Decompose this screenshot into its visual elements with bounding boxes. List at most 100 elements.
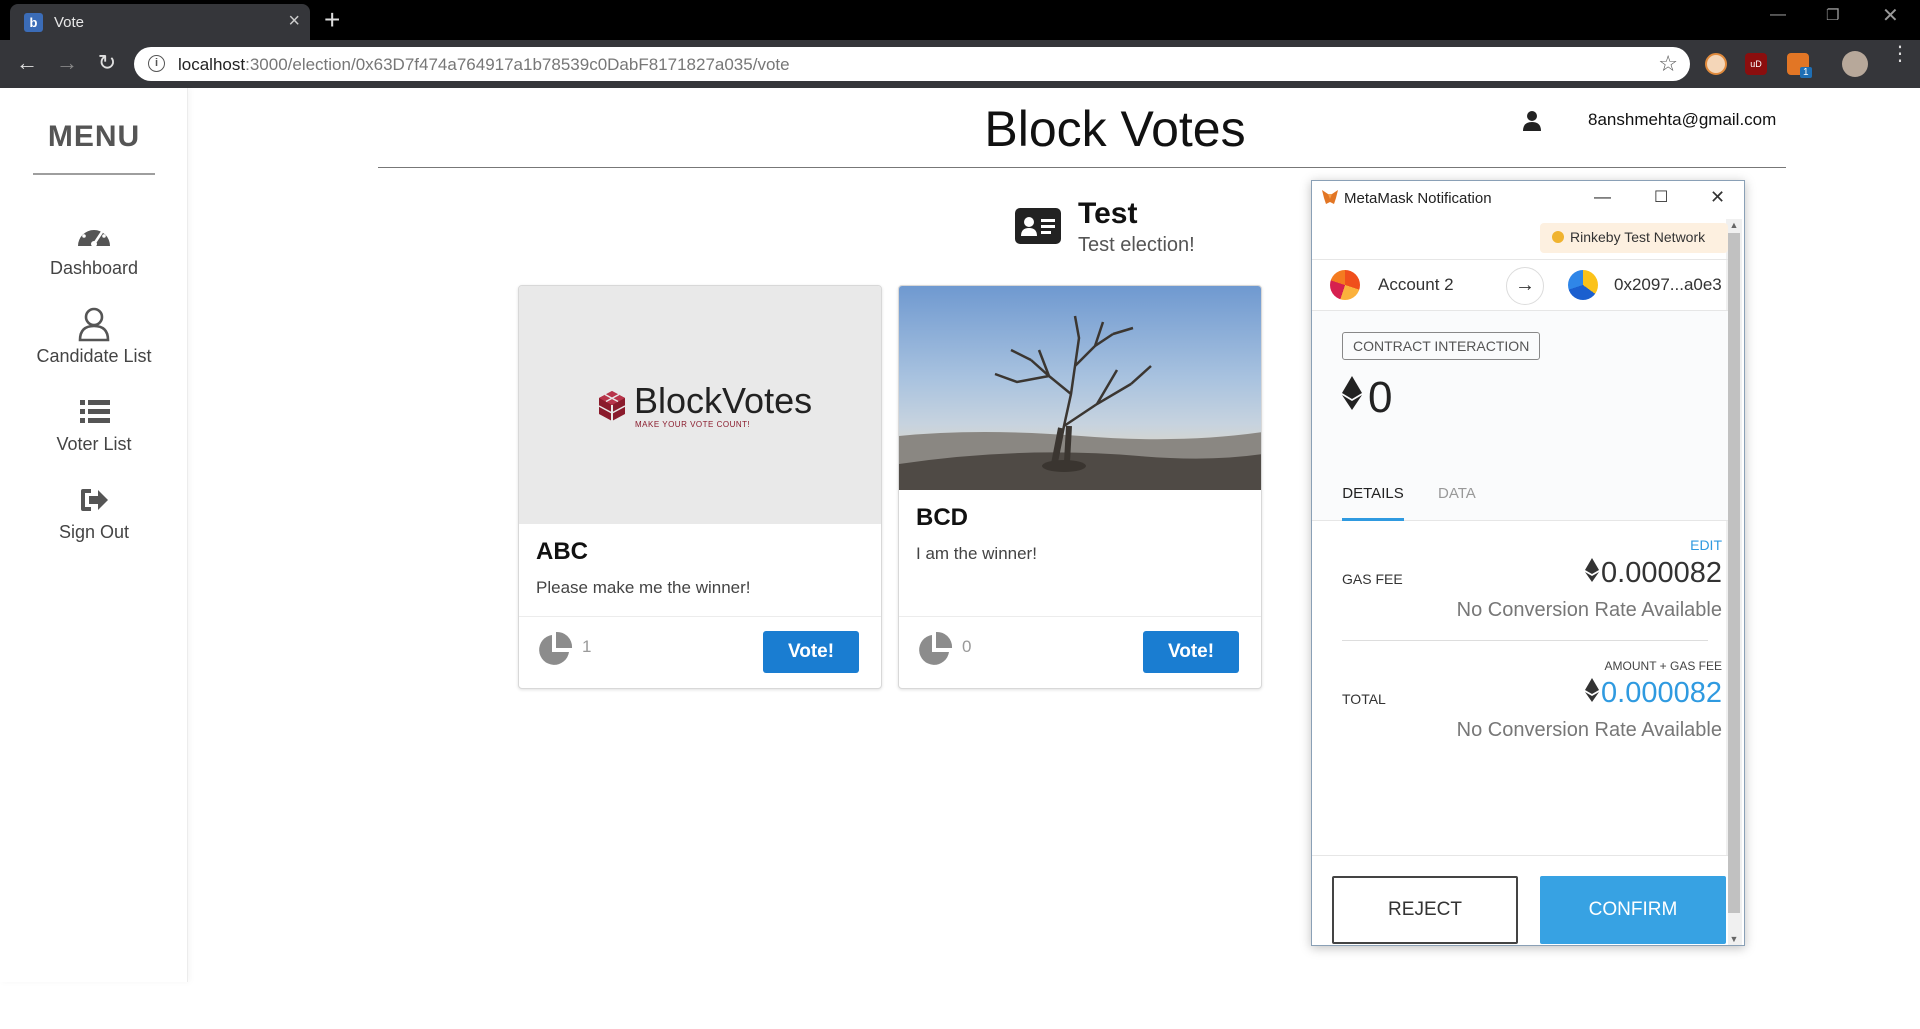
close-window-icon[interactable]: ✕ — [1882, 3, 1899, 28]
metamask-scrollbar[interactable]: ▲ ▼ — [1726, 219, 1742, 945]
tree-photo-icon — [899, 315, 1261, 490]
sidebar-item-voter-list[interactable]: Voter List — [0, 394, 188, 464]
tab-details[interactable]: DETAILS — [1342, 481, 1404, 521]
user-icon — [1523, 111, 1541, 131]
restore-window-icon[interactable]: ❐ — [1826, 6, 1839, 24]
candidate-description: Please make me the winner! — [536, 578, 751, 597]
candidate-description: I am the winner! — [916, 544, 1037, 563]
card-body: ABC Please make me the winner! — [519, 524, 881, 598]
pie-chart-icon — [919, 631, 953, 665]
scrollbar-thumb[interactable] — [1728, 233, 1740, 913]
sign-out-icon — [81, 489, 108, 511]
forward-icon[interactable]: → — [52, 49, 82, 77]
browser-toolbar: ← → ↻ i localhost:3000/election/0x63D7f4… — [0, 40, 1920, 88]
candidate-card-abc: BlockVotes MAKE YOUR VOTE COUNT! ABC Ple… — [518, 285, 882, 689]
candidate-image: BlockVotes MAKE YOUR VOTE COUNT! — [519, 286, 881, 524]
back-icon[interactable]: ← — [12, 49, 42, 77]
vote-count: 1 — [582, 637, 592, 656]
metamask-fox-icon — [1322, 190, 1338, 204]
card-body: BCD I am the winner! — [899, 490, 1261, 564]
ethereum-icon — [1585, 678, 1600, 702]
candidate-card-bcd: BCD I am the winner! 0 Vote! — [898, 285, 1262, 689]
confirm-button[interactable]: CONFIRM — [1540, 876, 1726, 944]
vote-button-abc[interactable]: Vote! — [763, 631, 859, 673]
menu-divider — [33, 173, 155, 175]
card-footer: 0 Vote! — [899, 616, 1261, 688]
metamask-title-bar[interactable]: MetaMask Notification — ☐ ✕ — [1312, 181, 1744, 215]
id-card-icon — [1015, 208, 1061, 244]
reload-icon[interactable]: ↻ — [92, 49, 122, 77]
from-account-avatar — [1330, 270, 1360, 300]
profile-avatar[interactable] — [1842, 51, 1868, 77]
account-row: Account 2 → 0x2097...a0e3 — [1312, 259, 1728, 311]
arrow-right-icon: → — [1506, 267, 1544, 305]
blockvotes-logo-icon — [598, 391, 626, 421]
metamask-tabs: DETAILS DATA — [1312, 481, 1728, 521]
browser-menu-icon[interactable]: ⋮ — [1890, 44, 1910, 64]
ethereum-icon — [1342, 376, 1362, 410]
address-bar[interactable]: i localhost:3000/election/0x63D7f474a764… — [134, 47, 1690, 81]
card-footer: 1 Vote! — [519, 616, 881, 688]
election-description: Test election! — [1078, 234, 1195, 256]
tab-data[interactable]: DATA — [1438, 481, 1476, 521]
sidebar-item-candidate-list[interactable]: Candidate List — [0, 306, 188, 376]
network-name: Rinkeby Test Network — [1570, 229, 1706, 245]
vote-button-bcd[interactable]: Vote! — [1143, 631, 1239, 673]
gas-fee-label: GAS FEE — [1342, 571, 1403, 587]
sidebar-item-sign-out[interactable]: Sign Out — [0, 482, 188, 552]
vote-count: 0 — [962, 637, 972, 656]
contract-interaction-badge: CONTRACT INTERACTION — [1342, 332, 1541, 360]
dashboard-gauge-icon — [78, 225, 110, 247]
to-account-avatar — [1568, 270, 1598, 300]
candidate-name: ABC — [536, 538, 588, 565]
scroll-down-icon[interactable]: ▼ — [1728, 934, 1740, 944]
tab-title: Vote — [54, 14, 85, 31]
sidebar-item-dashboard[interactable]: Dashboard — [0, 218, 188, 288]
sidebar-item-label: Dashboard — [49, 258, 139, 278]
sidebar-item-label: Sign Out — [58, 522, 130, 542]
total-value: 0.000082 — [1585, 677, 1722, 710]
gas-fee-value: 0.000082 — [1585, 557, 1722, 590]
sidebar-item-label: Candidate List — [36, 346, 152, 366]
amount-gas-fee-label: AMOUNT + GAS FEE — [1604, 659, 1722, 673]
candidate-name: BCD — [916, 504, 968, 531]
logo-text: BlockVotes — [634, 380, 813, 421]
site-info-icon[interactable]: i — [148, 55, 165, 72]
network-status-dot — [1552, 231, 1564, 243]
sidebar: MENU Dashboard Candidate List Voter List — [0, 88, 188, 982]
network-indicator[interactable]: Rinkeby Test Network — [1540, 223, 1728, 253]
ethereum-icon — [1585, 558, 1600, 582]
ublock-icon[interactable]: uD — [1745, 53, 1767, 75]
reject-button[interactable]: REJECT — [1332, 876, 1518, 944]
total-conversion: No Conversion Rate Available — [1456, 719, 1722, 741]
from-account-name: Account 2 — [1378, 275, 1454, 294]
scroll-up-icon[interactable]: ▲ — [1728, 220, 1740, 230]
election-name: Test — [1078, 197, 1138, 230]
user-email[interactable]: 8anshmehta@gmail.com — [1588, 110, 1776, 130]
header-divider — [378, 167, 1786, 168]
list-icon — [80, 400, 110, 423]
maximize-window-icon[interactable]: ☐ — [1654, 187, 1668, 207]
minimize-window-icon[interactable]: — — [1770, 6, 1786, 24]
details-divider — [1342, 640, 1708, 641]
new-tab-icon[interactable]: + — [324, 6, 340, 34]
close-window-icon[interactable]: ✕ — [1710, 187, 1725, 208]
menu-title: MENU — [47, 120, 141, 153]
candidate-image — [899, 286, 1261, 490]
pie-chart-icon — [539, 631, 573, 665]
sidebar-item-label: Voter List — [56, 434, 132, 454]
user-outline-icon — [78, 307, 110, 342]
extension-icon[interactable] — [1705, 53, 1727, 75]
browser-tab[interactable]: b Vote × — [10, 4, 310, 40]
bookmark-star-icon[interactable]: ☆ — [1658, 51, 1678, 77]
total-label: TOTAL — [1342, 691, 1386, 707]
logo-tagline: MAKE YOUR VOTE COUNT! — [635, 420, 751, 429]
favicon-icon: b — [24, 13, 43, 32]
edit-gas-link[interactable]: EDIT — [1690, 537, 1722, 553]
transaction-amount: 0 — [1342, 373, 1392, 423]
minimize-window-icon[interactable]: — — [1594, 187, 1611, 207]
metamask-window-title: MetaMask Notification — [1344, 190, 1492, 207]
close-tab-icon[interactable]: × — [288, 10, 300, 32]
browser-tab-bar: b Vote × + — ❐ ✕ — [0, 0, 1920, 40]
app-title: Block Votes — [984, 101, 1246, 157]
